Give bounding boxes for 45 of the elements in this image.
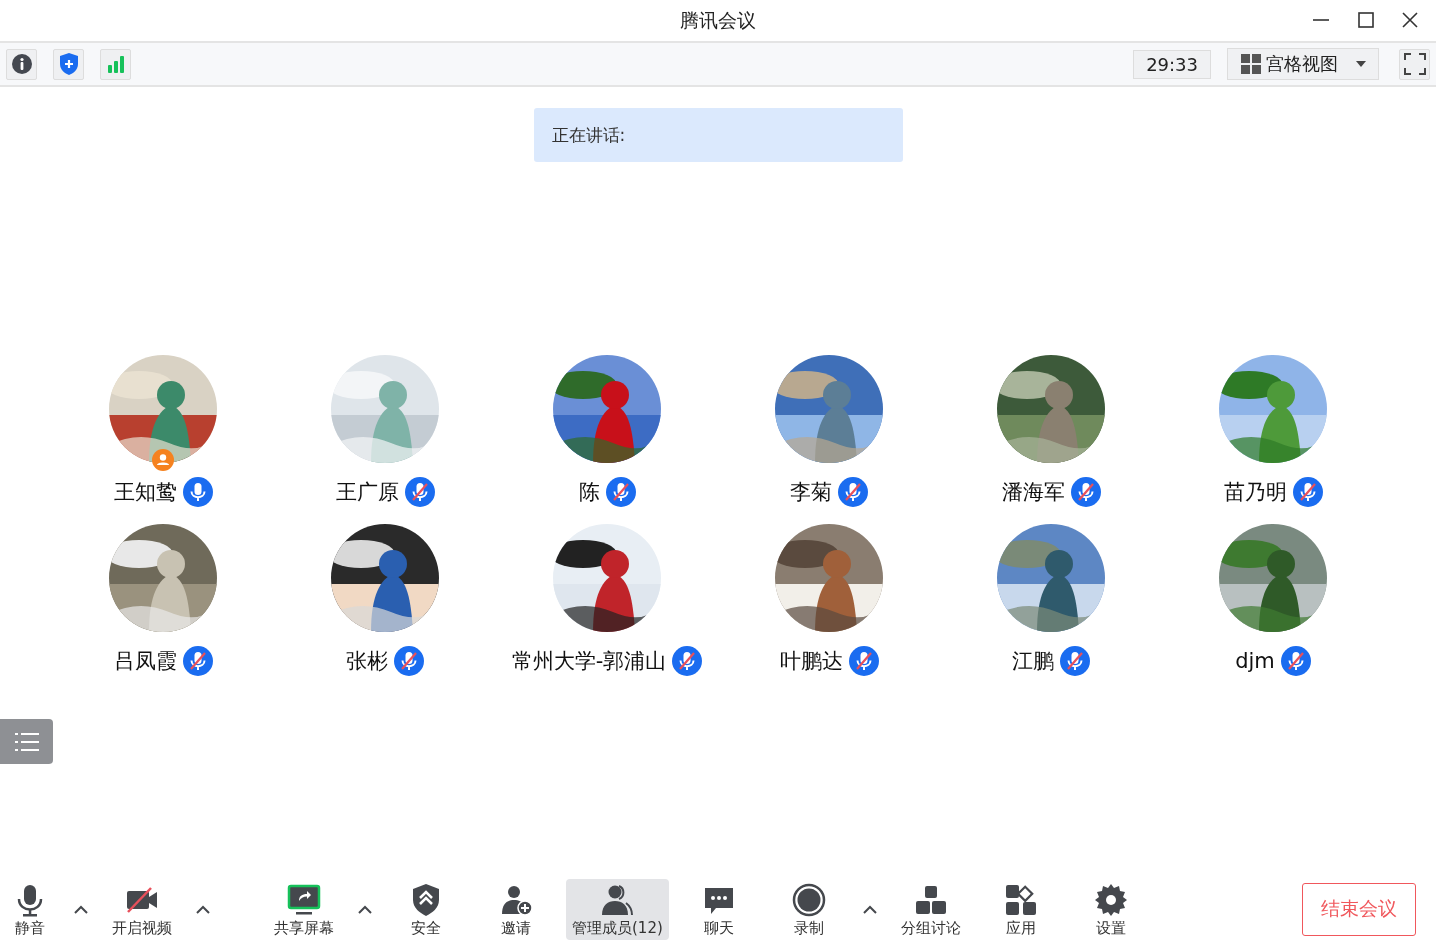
mic-button[interactable]: 静音 [0,878,60,940]
participant-name: 陈 [578,479,600,506]
breakout-button[interactable]: 分组讨论 [890,878,971,940]
fullscreen-button[interactable] [1399,48,1430,80]
video-button[interactable]: 开启视频 [102,878,182,940]
view-dropdown[interactable]: 宫格视图 [1227,48,1379,80]
participant-name: 江鹏 [1012,648,1054,675]
meeting-timer: 29:33 [1133,49,1211,79]
dropdown-arrow-icon [1356,61,1366,67]
maximize-icon[interactable] [1358,12,1374,28]
participant-name: 吕凤霞 [113,648,177,675]
info-button[interactable] [6,48,37,80]
participant-name: 叶鹏达 [779,648,843,675]
caret-icon [74,904,88,914]
caret-icon [358,904,372,914]
speaking-label: 正在讲话: [551,123,626,147]
participant-name: 苗乃明 [1223,479,1287,506]
apps-icon [1003,882,1038,917]
caret-icon [196,904,210,914]
participant-name: 王知鸷 [113,479,177,506]
apps-button[interactable]: 应用 [980,878,1061,940]
share-button[interactable]: 共享屏幕 [264,878,344,940]
participant-name: 李菊 [790,479,832,506]
security-button[interactable]: 安全 [386,878,466,940]
record-button[interactable]: 录制 [768,878,849,940]
chat-button[interactable]: 聊天 [678,878,759,940]
close-icon[interactable] [1402,12,1418,28]
participant-name: djm [1235,649,1275,673]
people-icon [600,882,635,917]
security-shield-button[interactable] [53,48,84,80]
settings-button[interactable]: 设置 [1070,878,1151,940]
list-icon [13,730,40,753]
record-icon [791,882,826,917]
window-title: 腾讯会议 [680,7,756,33]
members-button[interactable]: 管理成员(12) [566,878,669,940]
screen-share-icon [287,882,321,917]
participant-name: 张彬 [346,648,388,675]
caret-icon [862,904,877,914]
participant-name: 潘海军 [1001,479,1065,506]
list-toggle-button[interactable] [0,719,53,764]
grid-icon [1240,53,1262,75]
participant-name: 常州大学-郭浦山 [511,648,667,675]
invite-button[interactable]: 邀请 [476,878,556,940]
gear-icon [1093,882,1128,917]
participant-name: 王广原 [335,479,399,506]
